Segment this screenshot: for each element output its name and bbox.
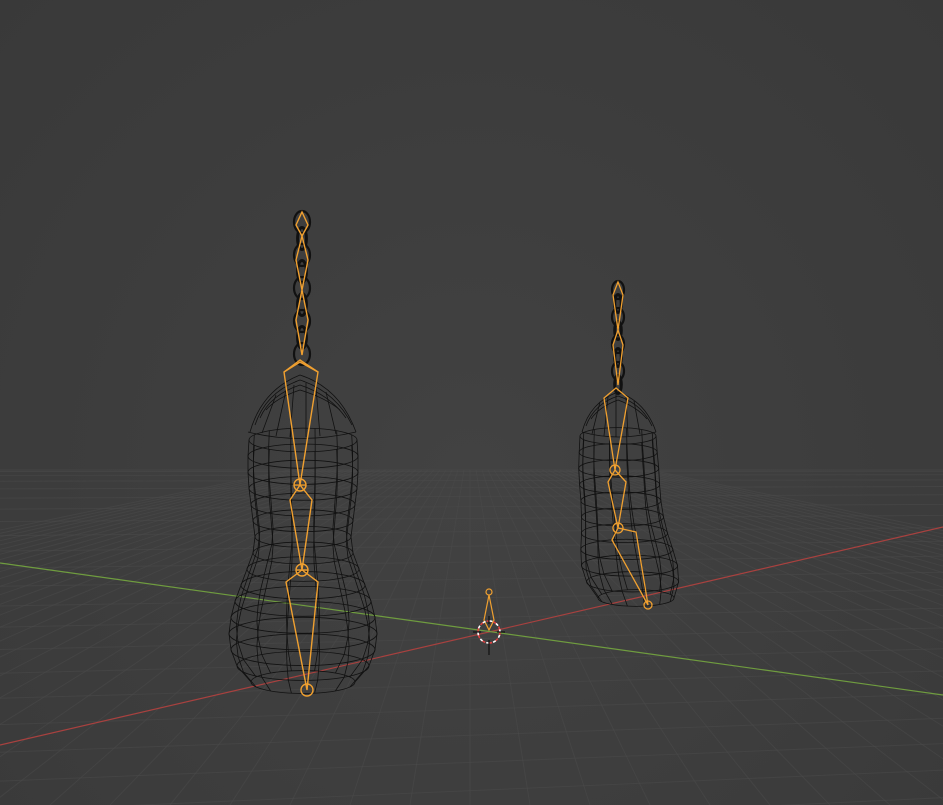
floor-grid: [0, 469, 943, 805]
y-axis-line: [0, 562, 943, 696]
3d-viewport[interactable]: [0, 0, 943, 805]
armature-bones: [283, 210, 319, 697]
large-punching-bag[interactable]: [228, 209, 378, 697]
viewport-canvas[interactable]: [0, 0, 943, 805]
bag-cap: [247, 374, 357, 439]
